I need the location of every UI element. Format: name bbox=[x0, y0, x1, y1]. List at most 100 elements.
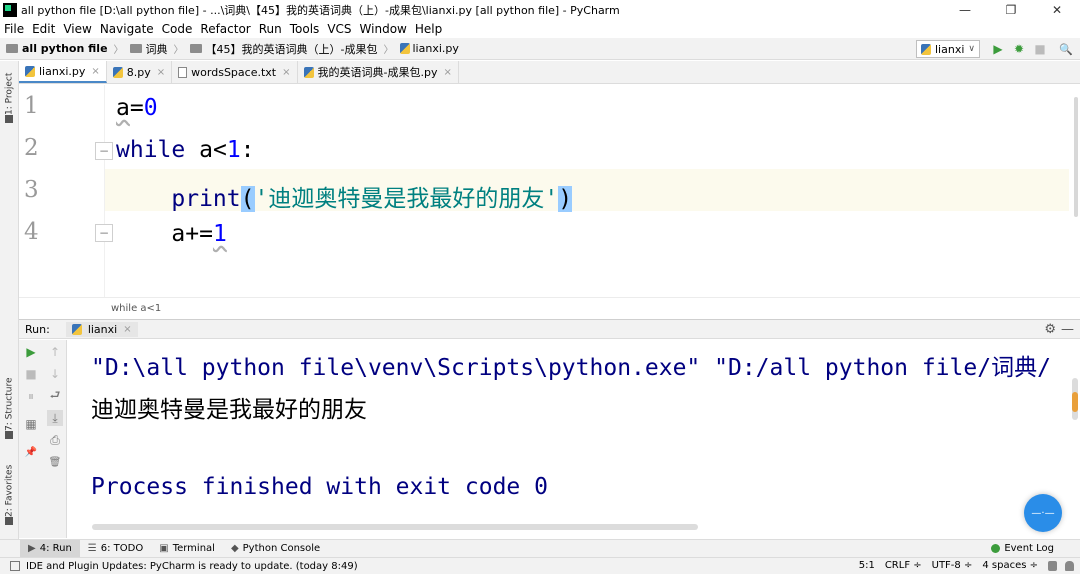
todo-tool-button[interactable]: ☰ 6: TODO bbox=[80, 540, 151, 558]
left-tool-stripe: 1: Project 7: Structure 2: Favorites bbox=[0, 61, 19, 539]
tab-lianxi[interactable]: lianxi.py × bbox=[19, 61, 107, 83]
title-bar: all python file [D:\all python file] - .… bbox=[0, 0, 1080, 19]
close-icon[interactable]: × bbox=[91, 66, 99, 77]
structure-tool-tab[interactable]: 7: Structure bbox=[1, 375, 18, 445]
tab-8py[interactable]: 8.py × bbox=[107, 61, 173, 83]
layout-icon[interactable]: ▦ bbox=[23, 416, 39, 432]
close-icon[interactable]: × bbox=[282, 67, 290, 78]
up-arrow-icon[interactable]: ↑ bbox=[47, 344, 63, 360]
menu-vcs[interactable]: VCS bbox=[327, 22, 357, 36]
lock-icon[interactable] bbox=[1048, 560, 1057, 571]
stop-icon[interactable]: ■ bbox=[23, 366, 39, 382]
folder-icon bbox=[129, 44, 142, 53]
menu-code[interactable]: Code bbox=[162, 22, 199, 36]
maximize-button[interactable]: ❐ bbox=[988, 0, 1034, 19]
run-icon[interactable]: ▶ bbox=[990, 41, 1006, 57]
menu-help[interactable]: Help bbox=[415, 22, 448, 36]
run-console[interactable]: "D:\all python file\venv\Scripts\python.… bbox=[68, 340, 1080, 538]
python-console-tool-button[interactable]: ◆ Python Console bbox=[223, 540, 328, 558]
window-controls: — ❐ ✕ bbox=[942, 0, 1080, 19]
python-file-icon bbox=[921, 43, 931, 55]
down-arrow-icon[interactable]: ↓ bbox=[47, 366, 63, 382]
run-tab-label: lianxi bbox=[87, 322, 118, 336]
code-builtin: print bbox=[171, 186, 241, 212]
tab-wordsspace[interactable]: wordsSpace.txt × bbox=[172, 61, 298, 83]
gear-icon[interactable]: ⚙ bbox=[1044, 322, 1056, 337]
scroll-to-end-icon[interactable]: ⤓ bbox=[47, 410, 63, 426]
python-console-icon: ◆ bbox=[230, 543, 239, 554]
editor-gutter: 1 2 3 4 bbox=[19, 85, 105, 297]
code-editor[interactable]: 1 2 3 4 − − a=0 while a<1: print('迪迦奥特曼是… bbox=[19, 85, 1080, 297]
tab-label: 8.py bbox=[126, 65, 151, 79]
crumb-project[interactable]: all python file bbox=[6, 42, 108, 55]
minimize-icon[interactable]: — bbox=[1061, 322, 1074, 337]
tab-label: lianxi.py bbox=[39, 64, 86, 78]
fold-marker-icon[interactable]: − bbox=[95, 142, 113, 160]
close-icon[interactable]: × bbox=[123, 324, 131, 335]
crumb-file[interactable]: lianxi.py bbox=[399, 42, 459, 55]
chevron-down-icon: ∨ bbox=[968, 44, 975, 54]
trash-icon[interactable]: 🗑 bbox=[47, 454, 63, 470]
project-tool-tab[interactable]: 1: Project bbox=[1, 69, 18, 129]
status-message-icon bbox=[10, 561, 20, 571]
menu-edit[interactable]: Edit bbox=[32, 22, 61, 36]
code-line-4: a+=1 bbox=[116, 221, 226, 247]
favorites-tool-tab[interactable]: 2: Favorites bbox=[1, 461, 18, 531]
editor-scrollbar[interactable] bbox=[1072, 87, 1080, 292]
pin-icon[interactable]: 📌 bbox=[23, 444, 39, 460]
status-message[interactable]: IDE and Plugin Updates: PyCharm is ready… bbox=[26, 561, 358, 572]
debug-icon[interactable]: ✹ bbox=[1011, 41, 1027, 57]
menu-navigate[interactable]: Navigate bbox=[100, 22, 160, 36]
project-tab-label: 1: Project bbox=[4, 72, 15, 115]
code-op: = bbox=[129, 95, 144, 121]
file-encoding[interactable]: UTF-8 ÷ bbox=[932, 560, 973, 571]
run-tool-button[interactable]: ▶ 4: Run bbox=[20, 539, 80, 558]
crumb-package[interactable]: 【45】我的英语词典（上）-成果包 bbox=[189, 41, 378, 57]
fold-marker-icon[interactable]: − bbox=[95, 224, 113, 242]
run-icon: ▶ bbox=[28, 543, 36, 554]
tab-label: wordsSpace.txt bbox=[191, 65, 277, 79]
run-configuration-select[interactable]: lianxi ∨ bbox=[916, 40, 980, 58]
python-file-icon bbox=[112, 66, 123, 78]
crumb-dictionary[interactable]: 词典 bbox=[129, 41, 168, 57]
pause-icon[interactable]: ⏸ bbox=[23, 388, 39, 404]
notification-icon[interactable] bbox=[1065, 560, 1074, 571]
rerun-icon[interactable]: ▶ bbox=[23, 344, 39, 360]
menu-window[interactable]: Window bbox=[360, 22, 413, 36]
folder-icon bbox=[6, 44, 18, 53]
crumb-package-label: 【45】我的英语词典（上）-成果包 bbox=[205, 42, 378, 56]
terminal-tool-button[interactable]: ▣ Terminal bbox=[151, 540, 223, 558]
code-breadcrumb-item[interactable]: while a<1 bbox=[111, 303, 161, 314]
run-tab-lianxi[interactable]: lianxi × bbox=[65, 321, 138, 337]
soft-wrap-icon[interactable]: ⮐ bbox=[47, 388, 63, 404]
structure-tab-label: 7: Structure bbox=[4, 377, 15, 432]
print-icon[interactable]: ⎙ bbox=[47, 432, 63, 448]
minimize-button[interactable]: — bbox=[942, 0, 988, 19]
todo-tool-label: 6: TODO bbox=[100, 543, 144, 554]
close-icon[interactable]: × bbox=[157, 67, 165, 78]
line-separator[interactable]: CRLF ÷ bbox=[885, 560, 922, 571]
event-log-button[interactable]: Event Log bbox=[991, 539, 1054, 557]
close-button[interactable]: ✕ bbox=[1034, 0, 1080, 19]
text-file-icon bbox=[178, 66, 188, 78]
search-icon[interactable]: 🔍 bbox=[1058, 41, 1074, 57]
tab-dictionary-package[interactable]: 我的英语词典-成果包.py × bbox=[298, 61, 459, 83]
menu-tools[interactable]: Tools bbox=[290, 22, 326, 36]
menu-file[interactable]: File bbox=[4, 22, 30, 36]
indent-setting[interactable]: 4 spaces ÷ bbox=[982, 560, 1038, 571]
code-var: a bbox=[185, 137, 213, 163]
menu-run[interactable]: Run bbox=[259, 22, 288, 36]
menu-refactor[interactable]: Refactor bbox=[200, 22, 256, 36]
code-number: 0 bbox=[143, 95, 158, 121]
caret-position[interactable]: 5:1 bbox=[859, 560, 875, 571]
console-vertical-scrollbar[interactable] bbox=[1072, 378, 1078, 420]
console-horizontal-scrollbar[interactable] bbox=[92, 524, 698, 530]
console-exit-line: Process finished with exit code 0 bbox=[91, 474, 548, 500]
close-icon[interactable]: × bbox=[443, 67, 451, 78]
stop-icon[interactable]: ■ bbox=[1032, 41, 1048, 57]
scrollbar-thumb[interactable] bbox=[1074, 97, 1078, 217]
floating-assistant-ball-icon[interactable]: —·— bbox=[1024, 494, 1062, 532]
menu-view[interactable]: View bbox=[63, 22, 97, 36]
crumb-separator: 〉 bbox=[113, 45, 124, 56]
